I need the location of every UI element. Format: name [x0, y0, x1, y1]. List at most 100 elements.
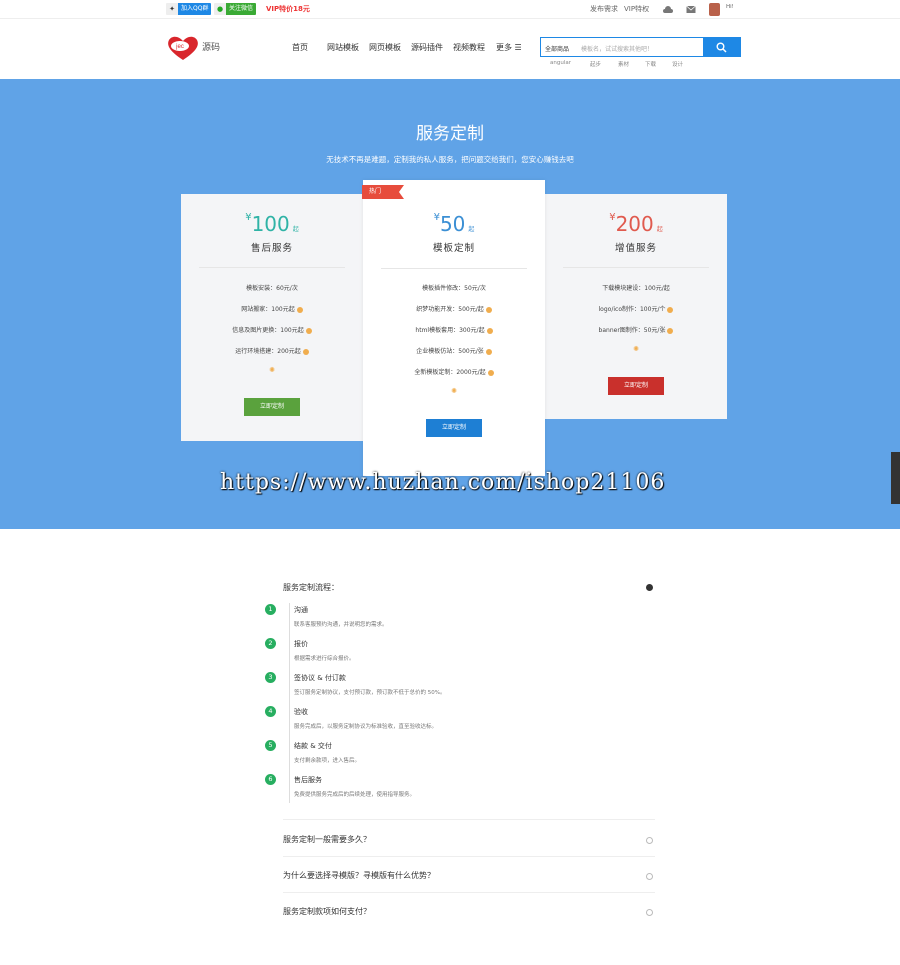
plan-price: ¥200 起: [609, 212, 663, 236]
step-title: 售后服务: [294, 776, 322, 784]
hot-keyword[interactable]: 素材: [618, 60, 629, 68]
wechat-icon: ●: [214, 3, 226, 15]
step-title: 报价: [294, 640, 308, 648]
customize-button[interactable]: 立即定制: [608, 377, 664, 395]
popular-ribbon: 热门: [362, 185, 404, 199]
divider: [199, 267, 345, 268]
watermark: https://www.huzhan.com/ishop21106: [220, 470, 666, 495]
customize-button[interactable]: 立即定制: [244, 398, 300, 416]
plan-price: ¥100 起: [245, 212, 299, 236]
nav-more[interactable]: 更多 ☰: [496, 42, 522, 53]
loading-spinner-icon: ✺: [269, 366, 275, 374]
qq-group-label: 加入QQ群: [178, 3, 212, 15]
divider: [283, 856, 655, 857]
faq-question[interactable]: 服务定制款项如何支付？: [283, 906, 371, 917]
plan-feature: 织梦功能开发：500元/起: [363, 304, 545, 313]
help-icon[interactable]: [485, 306, 492, 313]
post-request-link[interactable]: 发布需求: [590, 4, 618, 14]
help-icon[interactable]: [667, 327, 674, 334]
pricing-card-template: ¥50 起 模板定制 模板插件修改：50元/次 织梦功能开发：500元/起 htm…: [363, 180, 545, 476]
nav-website-templates[interactable]: 网站模板: [327, 42, 359, 53]
customize-button[interactable]: 立即定制: [426, 419, 482, 437]
help-icon[interactable]: [487, 369, 494, 376]
plan-feature: 模板安装：60元/次: [246, 285, 298, 292]
hot-keyword[interactable]: angular: [550, 60, 571, 66]
plan-name: 售后服务: [250, 243, 293, 254]
help-icon[interactable]: [305, 327, 312, 334]
site-name[interactable]: 源码: [202, 40, 220, 53]
search-input[interactable]: 模板名，试试搜索其他吧！: [581, 38, 703, 56]
plan-feature: 信息及图片更换：100元起: [181, 325, 363, 334]
loading-spinner-icon: ✺: [451, 387, 457, 395]
user-greeting[interactable]: Hi!: [726, 4, 734, 10]
plan-feature: banner图制作：50元/张: [545, 325, 727, 334]
help-icon[interactable]: [302, 348, 309, 355]
pricing-card-value-added: ¥200 起 增值服务 下载模块建设：100元/起 logo/ico制作：100元…: [545, 194, 727, 419]
plan-price: ¥50 起: [433, 212, 475, 236]
divider: [283, 819, 655, 820]
step-desc: 服务完成后，以服务定制协议为标准验收，直至验收达标。: [294, 724, 438, 730]
wechat-badge[interactable]: ● 关注微信: [214, 3, 257, 15]
page-subtitle: 无技术不再是难题，定制我的私人服务，把问题交给我们，您安心赚钱去吧: [326, 155, 574, 164]
process-title[interactable]: 服务定制流程：: [283, 582, 339, 593]
cloud-upload-icon[interactable]: [663, 5, 673, 14]
search-button[interactable]: [703, 38, 740, 56]
mail-icon[interactable]: [686, 5, 696, 14]
vip-promo[interactable]: VIP特价18元: [266, 4, 310, 14]
plan-name: 模板定制: [432, 243, 475, 254]
faq-question[interactable]: 为什么要选择寻模版？寻模版有什么优势？: [283, 870, 435, 881]
step-number: 1: [265, 604, 276, 615]
logo-heart-icon[interactable]: jec: [166, 35, 200, 61]
step-number: 3: [265, 672, 276, 683]
hot-keyword[interactable]: 下载: [645, 60, 656, 68]
plan-feature: 下载模块建设：100元/起: [602, 285, 670, 292]
loading-spinner-icon: ✺: [633, 345, 639, 353]
plan-name: 增值服务: [614, 243, 657, 254]
expand-icon[interactable]: [646, 837, 653, 844]
step-title: 结款 & 交付: [294, 742, 332, 750]
step-number: 4: [265, 706, 276, 717]
step-desc: 支付剩余款项，进入售后。: [294, 758, 361, 764]
search-icon: [716, 42, 727, 53]
help-icon[interactable]: [485, 348, 492, 355]
expand-icon[interactable]: [646, 909, 653, 916]
expand-icon[interactable]: [646, 873, 653, 880]
divider: [563, 267, 709, 268]
hot-keyword[interactable]: 起步: [590, 60, 601, 68]
nav-web-templates[interactable]: 网页模板: [369, 42, 401, 53]
qq-group-badge[interactable]: ✦ 加入QQ群: [166, 3, 212, 15]
divider: [381, 268, 527, 269]
collapse-icon[interactable]: [646, 584, 653, 591]
plan-feature: 模板插件修改：50元/次: [422, 285, 486, 292]
nav-home[interactable]: 首页: [292, 42, 308, 53]
wechat-label: 关注微信: [226, 3, 257, 15]
plan-feature: 网站搬家：100元起: [181, 304, 363, 313]
pricing-card-after-sales: ¥100 起 售后服务 模板安装：60元/次 网站搬家：100元起 信息及图片更换…: [181, 194, 363, 441]
timeline-line: [289, 603, 290, 803]
qq-icon: ✦: [166, 3, 178, 15]
avatar[interactable]: [709, 3, 720, 16]
plan-feature: logo/ico制作：100元/个: [545, 304, 727, 313]
plan-feature: 全新模板定制：2000元/起: [363, 367, 545, 376]
nav-video-tutorials[interactable]: 视频教程: [453, 42, 485, 53]
vip-privilege-link[interactable]: VIP特权: [624, 4, 649, 14]
step-title: 验收: [294, 708, 308, 716]
top-bar: ✦ 加入QQ群 ● 关注微信 VIP特价18元 发布需求 VIP特权 Hi!: [0, 0, 900, 19]
step-number: 6: [265, 774, 276, 785]
logo-text: jec: [175, 44, 184, 50]
step-desc: 免费提供服务完成后的后续处理，使用指导服务。: [294, 792, 416, 798]
header: [0, 20, 900, 80]
step-title: 签协议 & 付订款: [294, 674, 346, 682]
search-box: 全部商品 模板名，试试搜索其他吧！: [540, 37, 741, 57]
page-title: 服务定制: [416, 124, 484, 144]
hot-keyword[interactable]: 设计: [672, 60, 683, 68]
faq-question[interactable]: 服务定制一般需要多久？: [283, 834, 371, 845]
help-icon[interactable]: [667, 306, 674, 313]
nav-source-plugins[interactable]: 源码插件: [411, 42, 443, 53]
divider: [283, 892, 655, 893]
step-desc: 联系客服预约沟通，并说明您的需求。: [294, 622, 388, 628]
search-category-select[interactable]: 全部商品: [541, 38, 581, 56]
help-icon[interactable]: [486, 327, 493, 334]
help-icon[interactable]: [296, 306, 303, 313]
side-float-tab[interactable]: [891, 452, 900, 504]
